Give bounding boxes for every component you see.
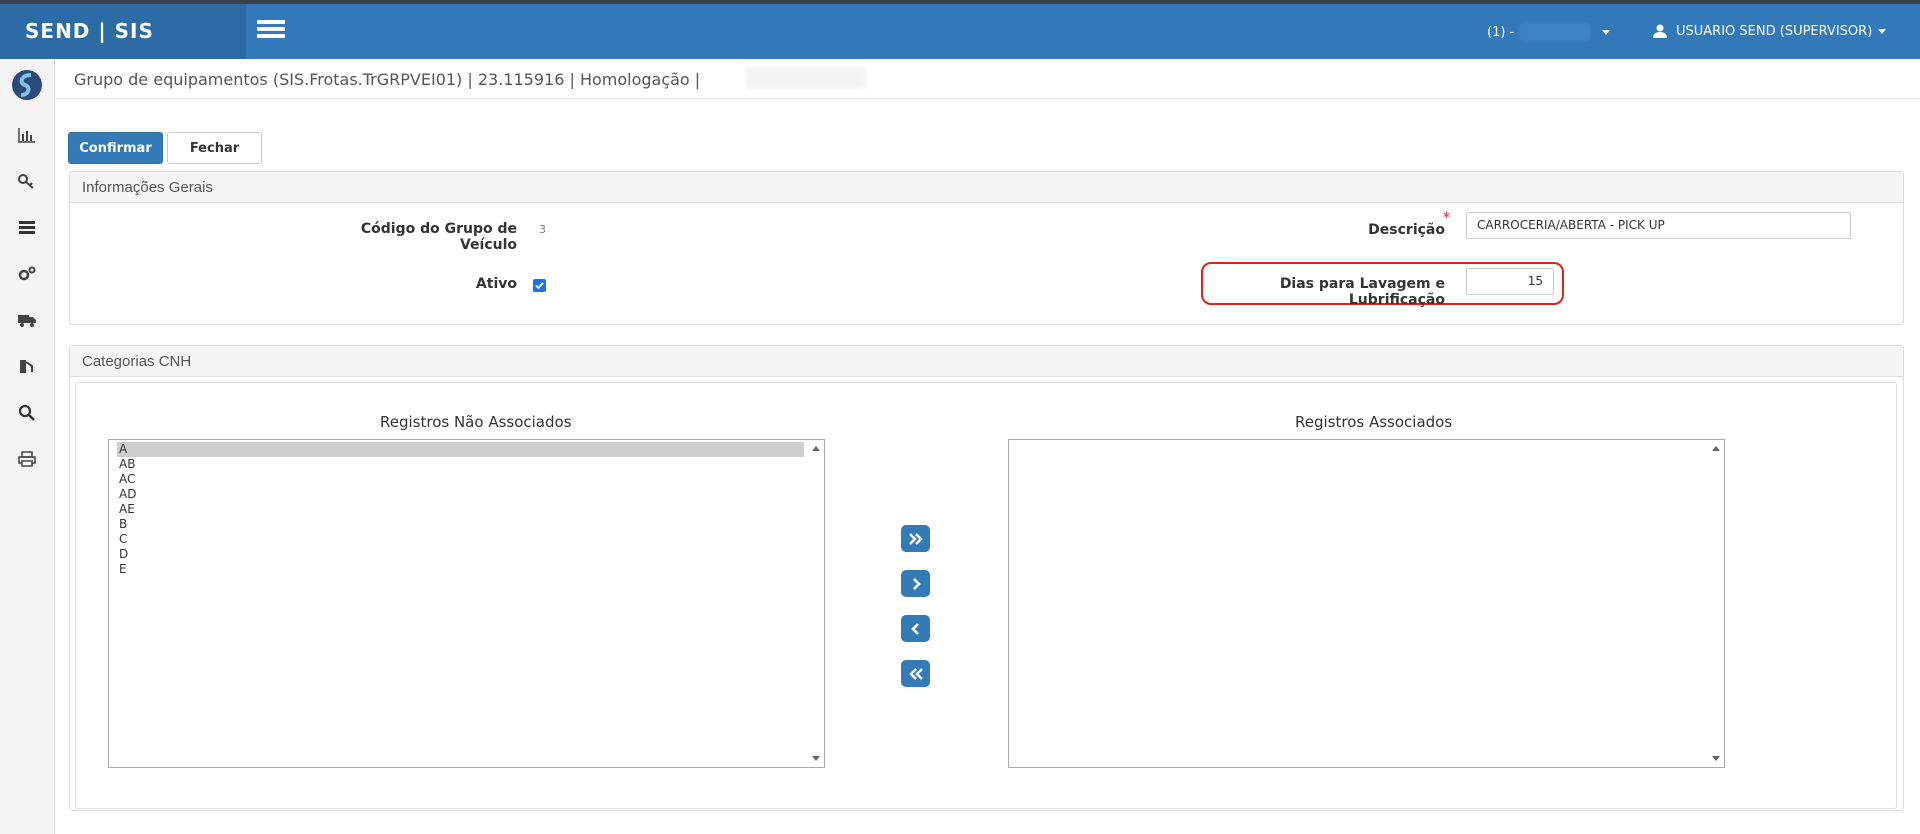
scroll-up-icon[interactable] (1712, 446, 1720, 451)
group-code-label: Código do Grupo de Veículo (360, 221, 517, 253)
key-icon[interactable] (17, 172, 37, 190)
right-icon (912, 577, 921, 590)
scroll-up-icon[interactable] (812, 446, 820, 451)
page-header: Grupo de equipamentos (SIS.Frotas.TrGRPV… (56, 59, 1920, 99)
move-left-button[interactable] (901, 615, 930, 642)
menu-icon[interactable] (257, 20, 285, 40)
confirm-button[interactable]: Confirmar (68, 132, 163, 164)
move-right-button[interactable] (901, 570, 930, 597)
user-name: USUARIO SEND (SUPERVISOR) (1676, 23, 1873, 39)
cnh-heading: Categorias CNH (70, 346, 1903, 377)
unassociated-title: Registros Não Associados (380, 413, 572, 431)
gears-icon[interactable] (17, 265, 37, 283)
move-all-right-button[interactable] (901, 525, 930, 552)
tenant-label: (1) - (1487, 24, 1515, 40)
associated-list[interactable] (1008, 439, 1725, 768)
environment-redacted (746, 67, 866, 89)
unassociated-list[interactable]: A AB AC AD AE B C D E (108, 439, 825, 768)
left-icon (910, 622, 919, 635)
fuel-icon[interactable] (17, 357, 37, 375)
company-logo (12, 70, 42, 100)
required-marker: * (1443, 210, 1450, 226)
app-brand[interactable]: SEND | SIS (0, 4, 246, 59)
user-icon (1653, 24, 1667, 38)
scroll-down-icon[interactable] (812, 756, 820, 761)
page-title: Grupo de equipamentos (SIS.Frotas.TrGRPV… (74, 70, 701, 89)
top-navbar: SEND | SIS (1) - USUARIO SEND (SUPERVISO… (0, 0, 1920, 59)
wash-days-input[interactable]: 15 (1466, 268, 1554, 295)
double-left-icon (908, 667, 923, 680)
scroll-down-icon[interactable] (1712, 756, 1720, 761)
general-info-heading: Informações Gerais (70, 172, 1903, 203)
check-icon (535, 282, 544, 290)
truck-icon[interactable] (17, 311, 37, 329)
wash-days-label: Dias para Lavagem e Lubrificação (1279, 276, 1445, 308)
move-all-left-button[interactable] (901, 660, 930, 687)
active-label: Ativo (475, 276, 517, 292)
chevron-down-icon (1878, 28, 1887, 34)
list-item[interactable]: B (109, 517, 824, 532)
chart-icon[interactable] (17, 126, 37, 144)
search-icon[interactable] (17, 404, 37, 422)
list-item[interactable]: AD (109, 487, 824, 502)
list-item[interactable]: C (109, 532, 824, 547)
list-item[interactable]: AC (109, 472, 824, 487)
user-menu[interactable]: USUARIO SEND (SUPERVISOR) (1652, 23, 1887, 39)
list-item[interactable]: D (109, 547, 824, 562)
tenant-name-redacted (1520, 23, 1591, 41)
double-right-icon (908, 532, 923, 545)
sidebar (0, 59, 55, 834)
active-checkbox[interactable] (533, 279, 546, 292)
list-item[interactable]: E (109, 562, 824, 577)
group-code-value: 3 (539, 223, 546, 236)
description-label: Descrição (1368, 222, 1445, 238)
description-input[interactable]: CARROCERIA/ABERTA - PICK UP (1466, 212, 1851, 239)
list-item[interactable]: AE (109, 502, 824, 517)
list-icon[interactable] (17, 218, 37, 236)
close-button[interactable]: Fechar (167, 132, 262, 164)
tenant-selector[interactable]: (1) - (1487, 23, 1611, 41)
chevron-down-icon (1602, 29, 1611, 35)
list-item[interactable]: A (117, 442, 804, 457)
list-item[interactable]: AB (109, 457, 824, 472)
print-icon[interactable] (17, 450, 37, 468)
associated-title: Registros Associados (1295, 413, 1453, 431)
